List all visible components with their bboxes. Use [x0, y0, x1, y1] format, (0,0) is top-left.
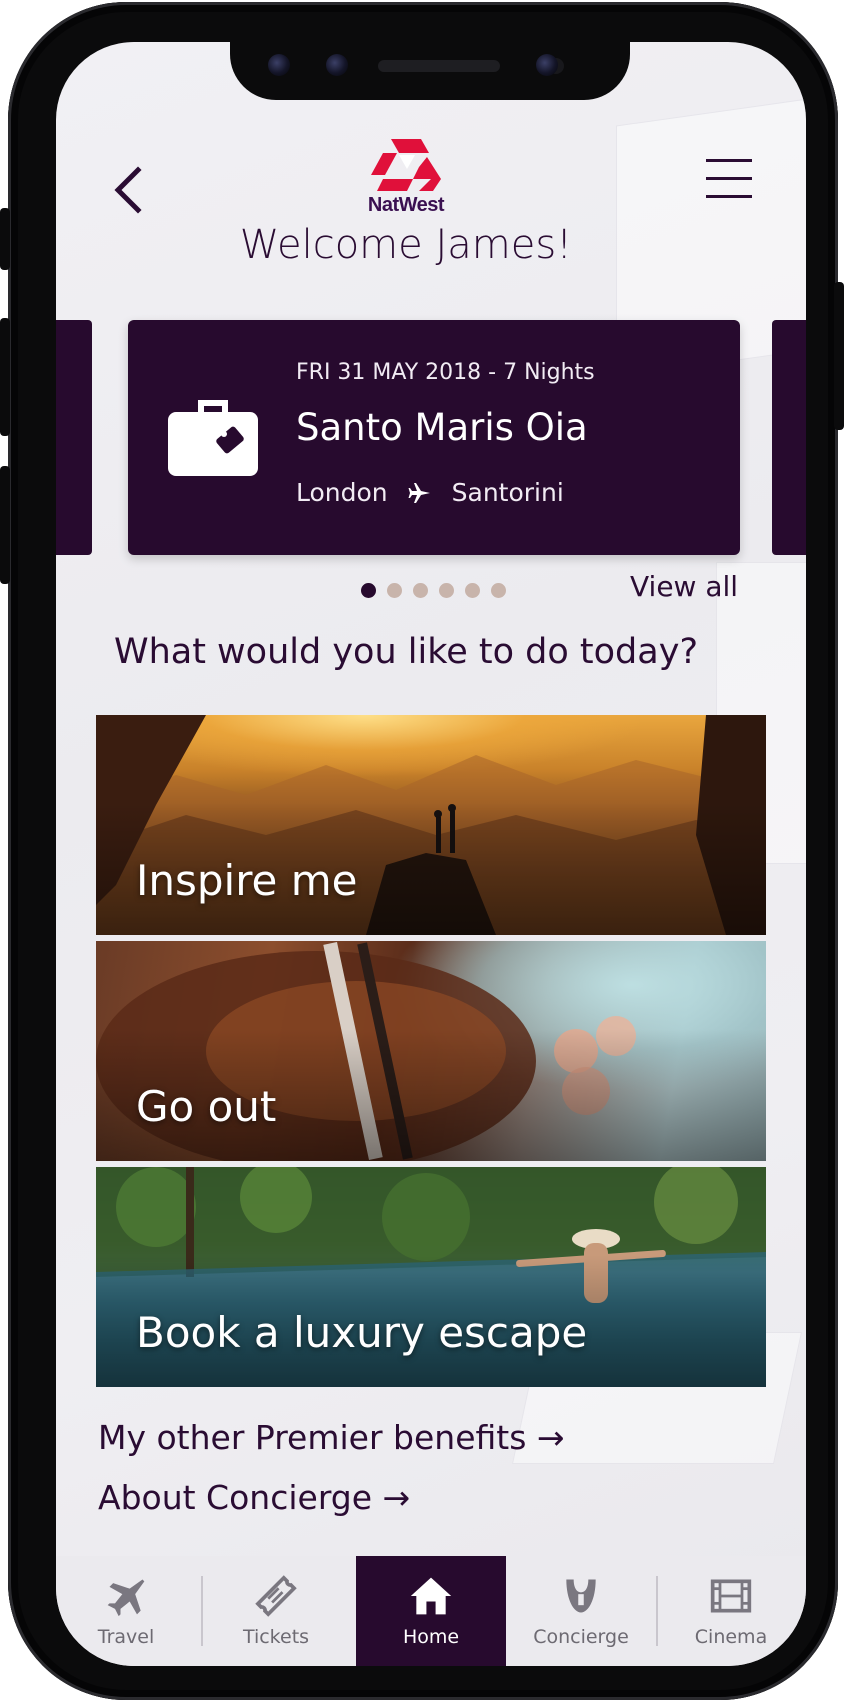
mute-switch	[0, 208, 10, 270]
trip-hotel-name: Santo Maris Oia	[296, 406, 588, 449]
trip-route: London Santorini	[296, 478, 564, 507]
pagination-dot[interactable]	[413, 583, 428, 598]
trip-card[interactable]: FRI 31 MAY 2018 - 7 Nights Santo Maris O…	[128, 320, 740, 555]
tab-concierge[interactable]: Concierge	[511, 1556, 651, 1666]
back-button[interactable]	[110, 160, 150, 220]
inspire-me-tile[interactable]: Inspire me	[96, 715, 766, 935]
carousel-pagination	[361, 583, 517, 598]
pagination-dot[interactable]	[491, 583, 506, 598]
tile-label: Go out	[136, 1082, 277, 1131]
tab-divider	[201, 1576, 203, 1646]
tab-label: Tickets	[242, 1626, 310, 1648]
book-luxury-escape-tile[interactable]: Book a luxury escape	[96, 1167, 766, 1387]
tab-label: Cinema	[694, 1626, 768, 1648]
power-button	[834, 282, 844, 430]
front-camera	[536, 54, 558, 76]
device-notch	[230, 42, 630, 100]
bottom-tab-bar: Travel Tickets Home Concierge Cinema	[56, 1556, 806, 1666]
hamburger-menu-button[interactable]	[706, 157, 756, 207]
next-trip-card[interactable]	[772, 320, 806, 555]
trip-origin: London	[296, 478, 388, 507]
volume-down-button	[0, 466, 10, 584]
trip-destination: Santorini	[451, 478, 564, 507]
activity-prompt: What would you like to do today?	[113, 632, 699, 672]
camera-lens	[326, 54, 348, 76]
tab-travel[interactable]: Travel	[56, 1556, 196, 1666]
film-icon	[710, 1579, 752, 1613]
earpiece-speaker	[378, 60, 500, 72]
camera-lens	[268, 54, 290, 76]
ticket-icon	[255, 1575, 297, 1617]
trip-date: FRI 31 MAY 2018 - 7 Nights	[296, 360, 595, 385]
premier-benefits-link[interactable]: My other Premier benefits →	[98, 1418, 565, 1457]
airplane-icon	[107, 1579, 145, 1617]
tab-label: Concierge	[533, 1626, 629, 1648]
menu-bar	[706, 177, 752, 180]
home-icon	[410, 1577, 452, 1615]
pagination-dot[interactable]	[439, 583, 454, 598]
welcome-heading: Welcome James!	[239, 222, 573, 268]
go-out-tile[interactable]: Go out	[96, 941, 766, 1161]
previous-trip-card[interactable]	[56, 320, 92, 555]
app-screen: NatWest Welcome James! FRI 31 MAY 2018 -…	[56, 42, 806, 1666]
concierge-icon	[566, 1579, 596, 1613]
view-all-link[interactable]: View all	[630, 570, 738, 603]
tab-home[interactable]: Home	[356, 1556, 506, 1666]
tile-label: Inspire me	[136, 856, 358, 905]
tab-label: Travel	[97, 1626, 155, 1648]
pagination-dot[interactable]	[465, 583, 480, 598]
tile-label: Book a luxury escape	[136, 1308, 588, 1357]
pagination-dot[interactable]	[387, 583, 402, 598]
pagination-dot[interactable]	[361, 583, 376, 598]
chevron-left-icon	[114, 166, 142, 214]
airplane-icon	[408, 482, 430, 503]
suitcase-icon	[168, 400, 258, 476]
menu-bar	[706, 195, 752, 198]
tab-tickets[interactable]: Tickets	[206, 1556, 346, 1666]
tab-label: Home	[402, 1626, 460, 1648]
menu-bar	[706, 159, 752, 162]
about-concierge-link[interactable]: About Concierge →	[98, 1478, 410, 1517]
tab-cinema[interactable]: Cinema	[661, 1556, 801, 1666]
brand-name: NatWest	[367, 194, 445, 216]
phone-frame: NatWest Welcome James! FRI 31 MAY 2018 -…	[0, 2, 844, 1700]
tab-divider	[656, 1576, 658, 1646]
volume-up-button	[0, 318, 10, 436]
